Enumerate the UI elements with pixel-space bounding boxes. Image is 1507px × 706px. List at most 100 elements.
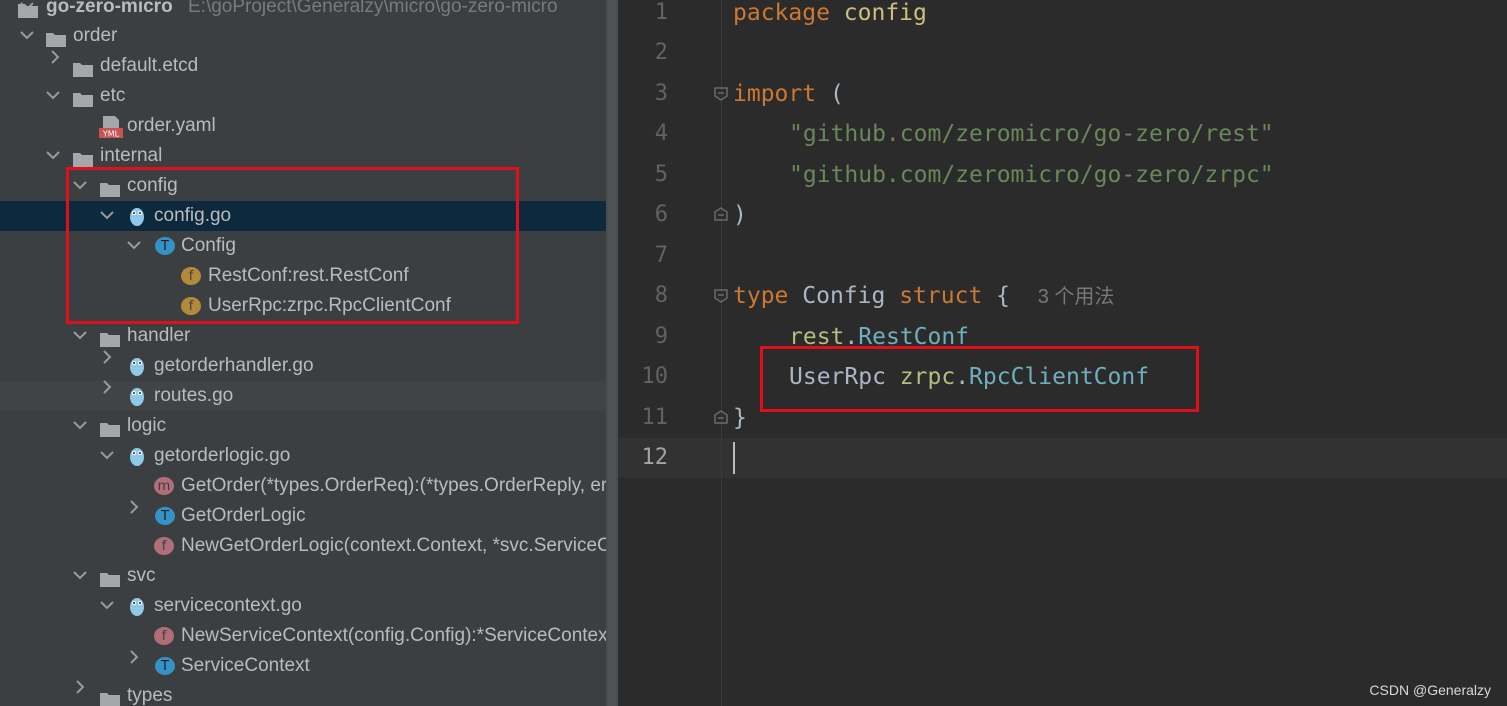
tree-row-handler[interactable]: handler — [0, 321, 606, 351]
gopher-file-icon — [128, 355, 148, 376]
code-line-8: type Config struct { 3 个用法 — [733, 276, 1114, 317]
folder-icon — [73, 57, 93, 77]
keyword: package — [733, 0, 830, 26]
gopher-file-icon — [128, 385, 148, 406]
tree-row-project-root[interactable]: go-zero-micro E:\goProject\Generalzy\mic… — [0, 0, 606, 22]
fold-marker-icon[interactable] — [714, 410, 728, 424]
tree-row-getorder-method[interactable]: m GetOrder(*types.OrderReq):(*types.Orde… — [0, 471, 606, 501]
tree-row-svc[interactable]: svc — [0, 561, 606, 591]
tree-row-newservicecontext-func[interactable]: f NewServiceContext(config.Config):*Serv… — [0, 621, 606, 651]
chevron-right-icon[interactable] — [129, 650, 145, 681]
chevron-right-icon[interactable] — [102, 380, 118, 411]
chevron-down-icon[interactable] — [100, 441, 116, 471]
line-number: 10 — [641, 364, 669, 389]
chevron-down-icon[interactable] — [73, 561, 89, 591]
chevron-down-icon[interactable] — [46, 81, 62, 111]
tree-label: GetOrderLogic — [181, 505, 306, 526]
tree-row-order-yaml[interactable]: YML order.yaml — [0, 111, 606, 141]
chevron-right-icon[interactable] — [75, 680, 91, 706]
line-number: 4 — [654, 121, 668, 146]
tree-label: svc — [127, 565, 156, 586]
fold-marker-icon[interactable] — [714, 289, 728, 303]
code-line-1: package config — [733, 0, 927, 33]
brace: } — [733, 405, 747, 431]
folder-icon — [73, 87, 93, 107]
tree-row-servicecontext-go[interactable]: servicecontext.go — [0, 591, 606, 621]
code-editor[interactable]: 1 2 3 4 5 6 7 8 9 10 11 12 package confi… — [618, 0, 1507, 706]
code-line-11: } — [733, 398, 747, 438]
chevron-right-icon[interactable] — [129, 500, 145, 531]
chevron-down-icon[interactable] — [20, 21, 36, 51]
function-icon: f — [154, 627, 174, 645]
chevron-down-icon[interactable] — [100, 591, 116, 621]
string-literal: "github.com/zeromicro/go-zero/zrpc" — [789, 162, 1274, 188]
type-name: Config — [802, 283, 886, 309]
scrollbar-thumb[interactable] — [608, 0, 616, 706]
tree-row-servicecontext-type[interactable]: T ServiceContext — [0, 650, 606, 681]
tree-label: NewServiceContext(config.Config):*Servic… — [181, 625, 606, 646]
chevron-right-icon[interactable] — [102, 350, 118, 381]
method-icon: m — [154, 477, 174, 495]
chevron-down-icon[interactable] — [73, 321, 89, 351]
tree-label: types — [127, 685, 173, 706]
code-line-4: "github.com/zeromicro/go-zero/rest" — [789, 114, 1274, 154]
folder-icon — [100, 567, 120, 587]
tree-row-newgetorderlogic-func[interactable]: f NewGetOrderLogic(context.Context, *svc… — [0, 531, 606, 561]
tree-label: routes.go — [154, 385, 234, 406]
string-literal: "github.com/zeromicro/go-zero/rest" — [789, 121, 1274, 147]
type-icon: T — [155, 657, 175, 675]
code-line-5: "github.com/zeromicro/go-zero/zrpc" — [789, 155, 1274, 195]
tree-label: default.etcd — [100, 55, 199, 76]
folder-icon — [100, 327, 120, 347]
project-tree: go-zero-micro E:\goProject\Generalzy\mic… — [0, 0, 606, 706]
tree-label: order.yaml — [127, 115, 216, 136]
tree-row-getorderlogic-go[interactable]: getorderlogic.go — [0, 441, 606, 471]
tree-row-default-etcd[interactable]: default.etcd — [0, 50, 606, 81]
current-line-highlight — [618, 438, 1507, 478]
tree-label: order — [73, 25, 118, 46]
tree-label: etc — [100, 85, 126, 106]
line-number: 3 — [654, 81, 668, 106]
tree-label: getorderlogic.go — [154, 445, 291, 466]
fold-marker-icon[interactable] — [714, 87, 728, 101]
code-line-6: ) — [733, 195, 747, 235]
tree-scrollbar[interactable] — [606, 0, 618, 706]
tree-row-logic[interactable]: logic — [0, 411, 606, 441]
usage-hint[interactable]: 3 个用法 — [1038, 286, 1115, 308]
line-number: 6 — [654, 202, 668, 227]
line-number: 1 — [654, 0, 668, 25]
brace: { — [996, 283, 1011, 309]
gopher-file-icon — [128, 595, 148, 616]
keyword: type — [733, 283, 789, 309]
line-number: 9 — [654, 324, 668, 349]
gopher-file-icon — [128, 445, 148, 466]
chevron-down-icon[interactable] — [46, 141, 62, 171]
tree-label: NewGetOrderLogic(context.Context, *svc.S… — [181, 535, 606, 556]
fold-marker-icon[interactable] — [714, 207, 728, 221]
folder-icon — [46, 27, 66, 47]
tree-label: getorderhandler.go — [154, 355, 314, 376]
line-number: 2 — [654, 40, 668, 65]
package-name: config — [843, 0, 927, 26]
folder-icon — [73, 147, 93, 167]
tree-row-getorderhandler-go[interactable]: getorderhandler.go — [0, 350, 606, 381]
tree-row-routes-go[interactable]: routes.go — [0, 380, 606, 411]
folder-icon — [18, 0, 38, 18]
tree-row-getorderlogic-type[interactable]: T GetOrderLogic — [0, 500, 606, 531]
function-icon: f — [154, 537, 174, 555]
tree-row-types[interactable]: types — [0, 680, 606, 706]
chevron-down-icon[interactable] — [73, 411, 89, 441]
tree-row-etc[interactable]: etc — [0, 81, 606, 111]
project-name: go-zero-micro — [46, 0, 173, 17]
line-number: 11 — [641, 405, 669, 430]
line-number: 7 — [654, 243, 668, 268]
folder-icon — [100, 417, 120, 437]
watermark: CSDN @Generalzy — [1369, 682, 1491, 698]
line-number-current: 12 — [641, 445, 669, 470]
tree-row-order[interactable]: order — [0, 21, 606, 51]
gutter-divider — [721, 0, 722, 706]
chevron-right-icon[interactable] — [48, 50, 64, 81]
keyword: struct — [899, 283, 983, 309]
line-number: 8 — [654, 283, 668, 308]
paren: ) — [733, 202, 747, 228]
